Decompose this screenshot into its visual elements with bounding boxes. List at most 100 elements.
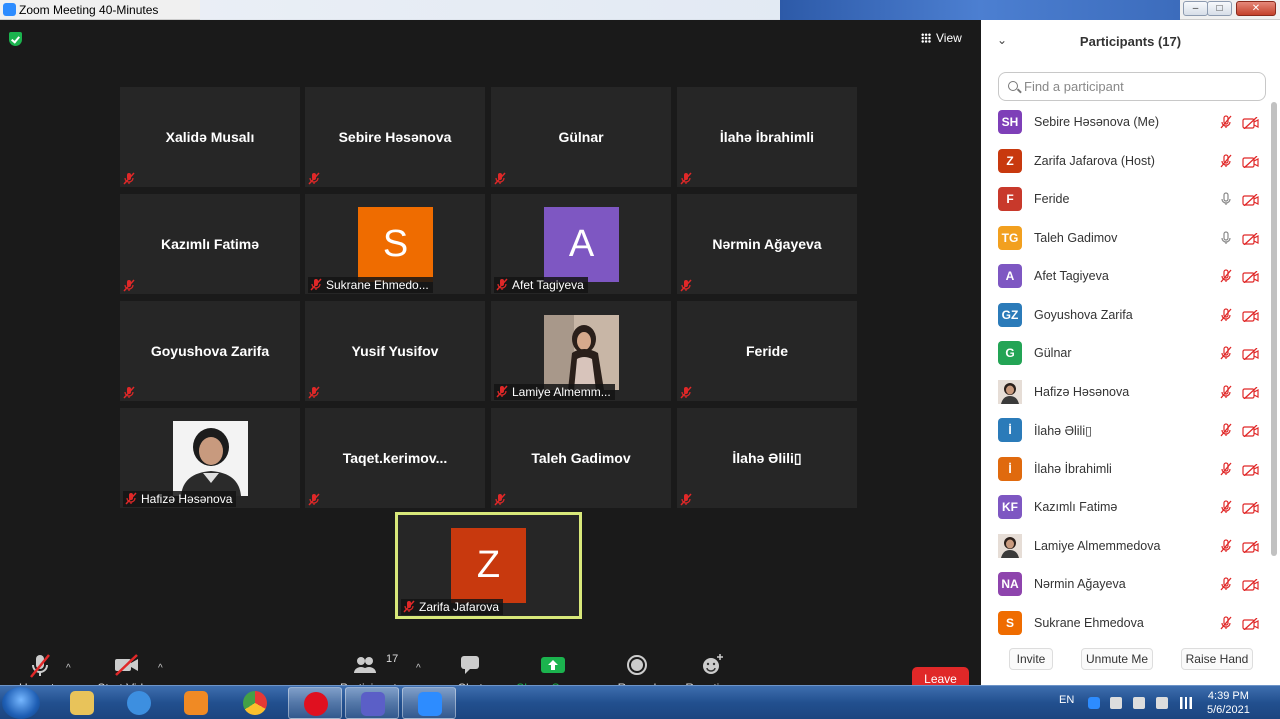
video-tile[interactable]: İlahə İbrahimli [677, 87, 857, 187]
video-tile[interactable]: Nərmin Ağayeva [677, 194, 857, 294]
panel-header: ⌄ Participants (17) [981, 20, 1280, 64]
participant-row[interactable]: İ İlahə İbrahimli [981, 454, 1266, 492]
muted-mic-icon [496, 385, 508, 398]
tile-name: Kazımlı Fatimə [160, 236, 260, 252]
minimize-button[interactable]: – [1183, 1, 1208, 16]
taskbar-ie[interactable] [112, 687, 166, 719]
video-tile[interactable]: Taleh Gadimov [491, 408, 671, 508]
participant-avatar: A [998, 264, 1022, 288]
volume-tray-icon[interactable] [1133, 697, 1145, 709]
signal-tray-icon[interactable] [1180, 697, 1192, 709]
participant-row[interactable]: NA Nərmin Ağayeva [981, 569, 1266, 607]
participant-row[interactable]: S Sukrane Ehmedova [981, 608, 1266, 642]
participant-row[interactable]: GZ Goyushova Zarifa [981, 300, 1266, 338]
video-off-icon [1242, 193, 1259, 207]
muted-mic-icon [1219, 461, 1233, 476]
folder-icon [70, 691, 94, 715]
participant-row[interactable]: TG Taleh Gadimov [981, 223, 1266, 261]
tile-avatar: Z [451, 528, 526, 603]
tile-avatar: S [358, 207, 433, 282]
muted-mic-icon [494, 493, 506, 506]
participants-caret-icon[interactable]: ^ [416, 663, 421, 674]
video-tile[interactable]: Z Zarifa Jafarova [395, 512, 582, 619]
muted-mic-icon [123, 386, 135, 399]
participant-row[interactable]: A Afet Tagiyeva [981, 261, 1266, 299]
zoom-logo-icon [3, 3, 16, 16]
language-indicator[interactable]: EN [1059, 694, 1074, 706]
video-off-icon [1242, 270, 1259, 284]
taskbar-zoom[interactable] [402, 687, 456, 719]
audio-options-caret-icon[interactable]: ^ [66, 663, 71, 674]
security-shield-icon[interactable] [9, 32, 22, 46]
taskbar-chrome[interactable] [228, 687, 282, 719]
taskbar-opera[interactable] [288, 687, 342, 719]
grid-icon [921, 33, 931, 43]
participant-avatar: GZ [998, 302, 1022, 327]
video-tile[interactable]: Feride [677, 301, 857, 401]
maximize-button[interactable]: □ [1207, 1, 1232, 16]
participant-row[interactable]: KF Kazımlı Fatimə [981, 492, 1266, 530]
video-tile[interactable]: Xalidə Musalı [120, 87, 300, 187]
video-tile[interactable]: Taqet.kerimov... [305, 408, 485, 508]
video-off-icon [1242, 155, 1259, 168]
muted-mic-icon [1219, 307, 1233, 322]
participant-name: Zarifa Jafarova (Host) [1034, 153, 1155, 168]
tile-label-text: Lamiye Almemm... [512, 385, 611, 399]
participant-name: Hafizə Həsənova [1034, 384, 1130, 399]
participant-name: Gülnar [1034, 346, 1072, 360]
muted-mic-icon [123, 172, 135, 185]
muted-mic-icon [1219, 153, 1233, 168]
participant-name: Feride [1034, 192, 1070, 206]
unmute-me-button[interactable]: Unmute Me [1081, 648, 1153, 670]
action-center-icon[interactable] [1156, 697, 1168, 709]
invite-button[interactable]: Invite [1009, 648, 1053, 670]
muted-mic-icon [1219, 577, 1233, 591]
video-tile[interactable]: A Afet Tagiyeva [491, 194, 671, 294]
start-button[interactable] [2, 687, 40, 719]
video-tile[interactable]: Yusif Yusifov [305, 301, 485, 401]
video-tile[interactable]: Sebire Həsənova [305, 87, 485, 187]
participant-name: Taleh Gadimov [1034, 230, 1118, 245]
taskbar-teams[interactable] [345, 687, 399, 719]
participant-row[interactable]: Lamiye Almemmedova [981, 531, 1266, 569]
taskbar-clock[interactable]: 4:39 PM 5/6/2021 [1207, 689, 1250, 717]
raise-hand-button[interactable]: Raise Hand [1181, 648, 1253, 670]
close-button[interactable]: ✕ [1236, 1, 1276, 16]
network-tray-icon[interactable] [1110, 697, 1122, 709]
video-tile[interactable]: Goyushova Zarifa [120, 301, 300, 401]
video-tile[interactable]: S Sukrane Ehmedo... [305, 194, 485, 294]
video-tile[interactable]: Gülnar [491, 87, 671, 187]
participant-row[interactable]: Hafizə Həsənova [981, 377, 1266, 415]
taskbar-explorer[interactable] [55, 687, 109, 719]
muted-mic-icon [125, 492, 137, 505]
tile-name: Sebire Həsənova [338, 129, 452, 145]
participant-avatar: G [998, 341, 1022, 365]
window-title: Zoom Meeting 40-Minutes [19, 3, 159, 17]
tile-name: Taleh Gadimov [531, 450, 631, 466]
video-tile[interactable]: İlahə Əlili▯ [677, 408, 857, 508]
participant-list-scrollbar[interactable] [1271, 102, 1277, 556]
search-icon [1008, 81, 1018, 91]
opera-icon [304, 692, 328, 716]
video-off-icon [1242, 501, 1259, 515]
zoom-tray-icon[interactable] [1088, 697, 1100, 709]
participant-avatar: İ [998, 418, 1022, 442]
video-off-icon [1242, 617, 1259, 630]
muted-mic-icon [403, 600, 415, 613]
participant-row[interactable]: SH Sebire Həsənova (Me) [981, 107, 1266, 145]
participant-row[interactable]: İ İlahə Əlili▯ [981, 415, 1266, 453]
participant-row[interactable]: G Gülnar [981, 338, 1266, 376]
taskbar-media[interactable] [169, 687, 223, 719]
video-options-caret-icon[interactable]: ^ [158, 663, 163, 674]
video-off-icon [1242, 463, 1259, 476]
background-window-strip-2 [780, 0, 1180, 20]
participant-row[interactable]: Z Zarifa Jafarova (Host) [981, 146, 1266, 184]
video-tile[interactable]: Hafizə Həsənova [120, 408, 300, 508]
participant-row[interactable]: F Feride [981, 184, 1266, 222]
video-tile[interactable]: Kazımlı Fatimə [120, 194, 300, 294]
participant-search-input[interactable]: Find a participant [998, 72, 1266, 101]
tile-name: Gülnar [558, 129, 604, 145]
video-tile[interactable]: Lamiye Almemm... [491, 301, 671, 401]
view-button[interactable]: View [921, 31, 962, 45]
video-off-icon [1242, 232, 1259, 245]
